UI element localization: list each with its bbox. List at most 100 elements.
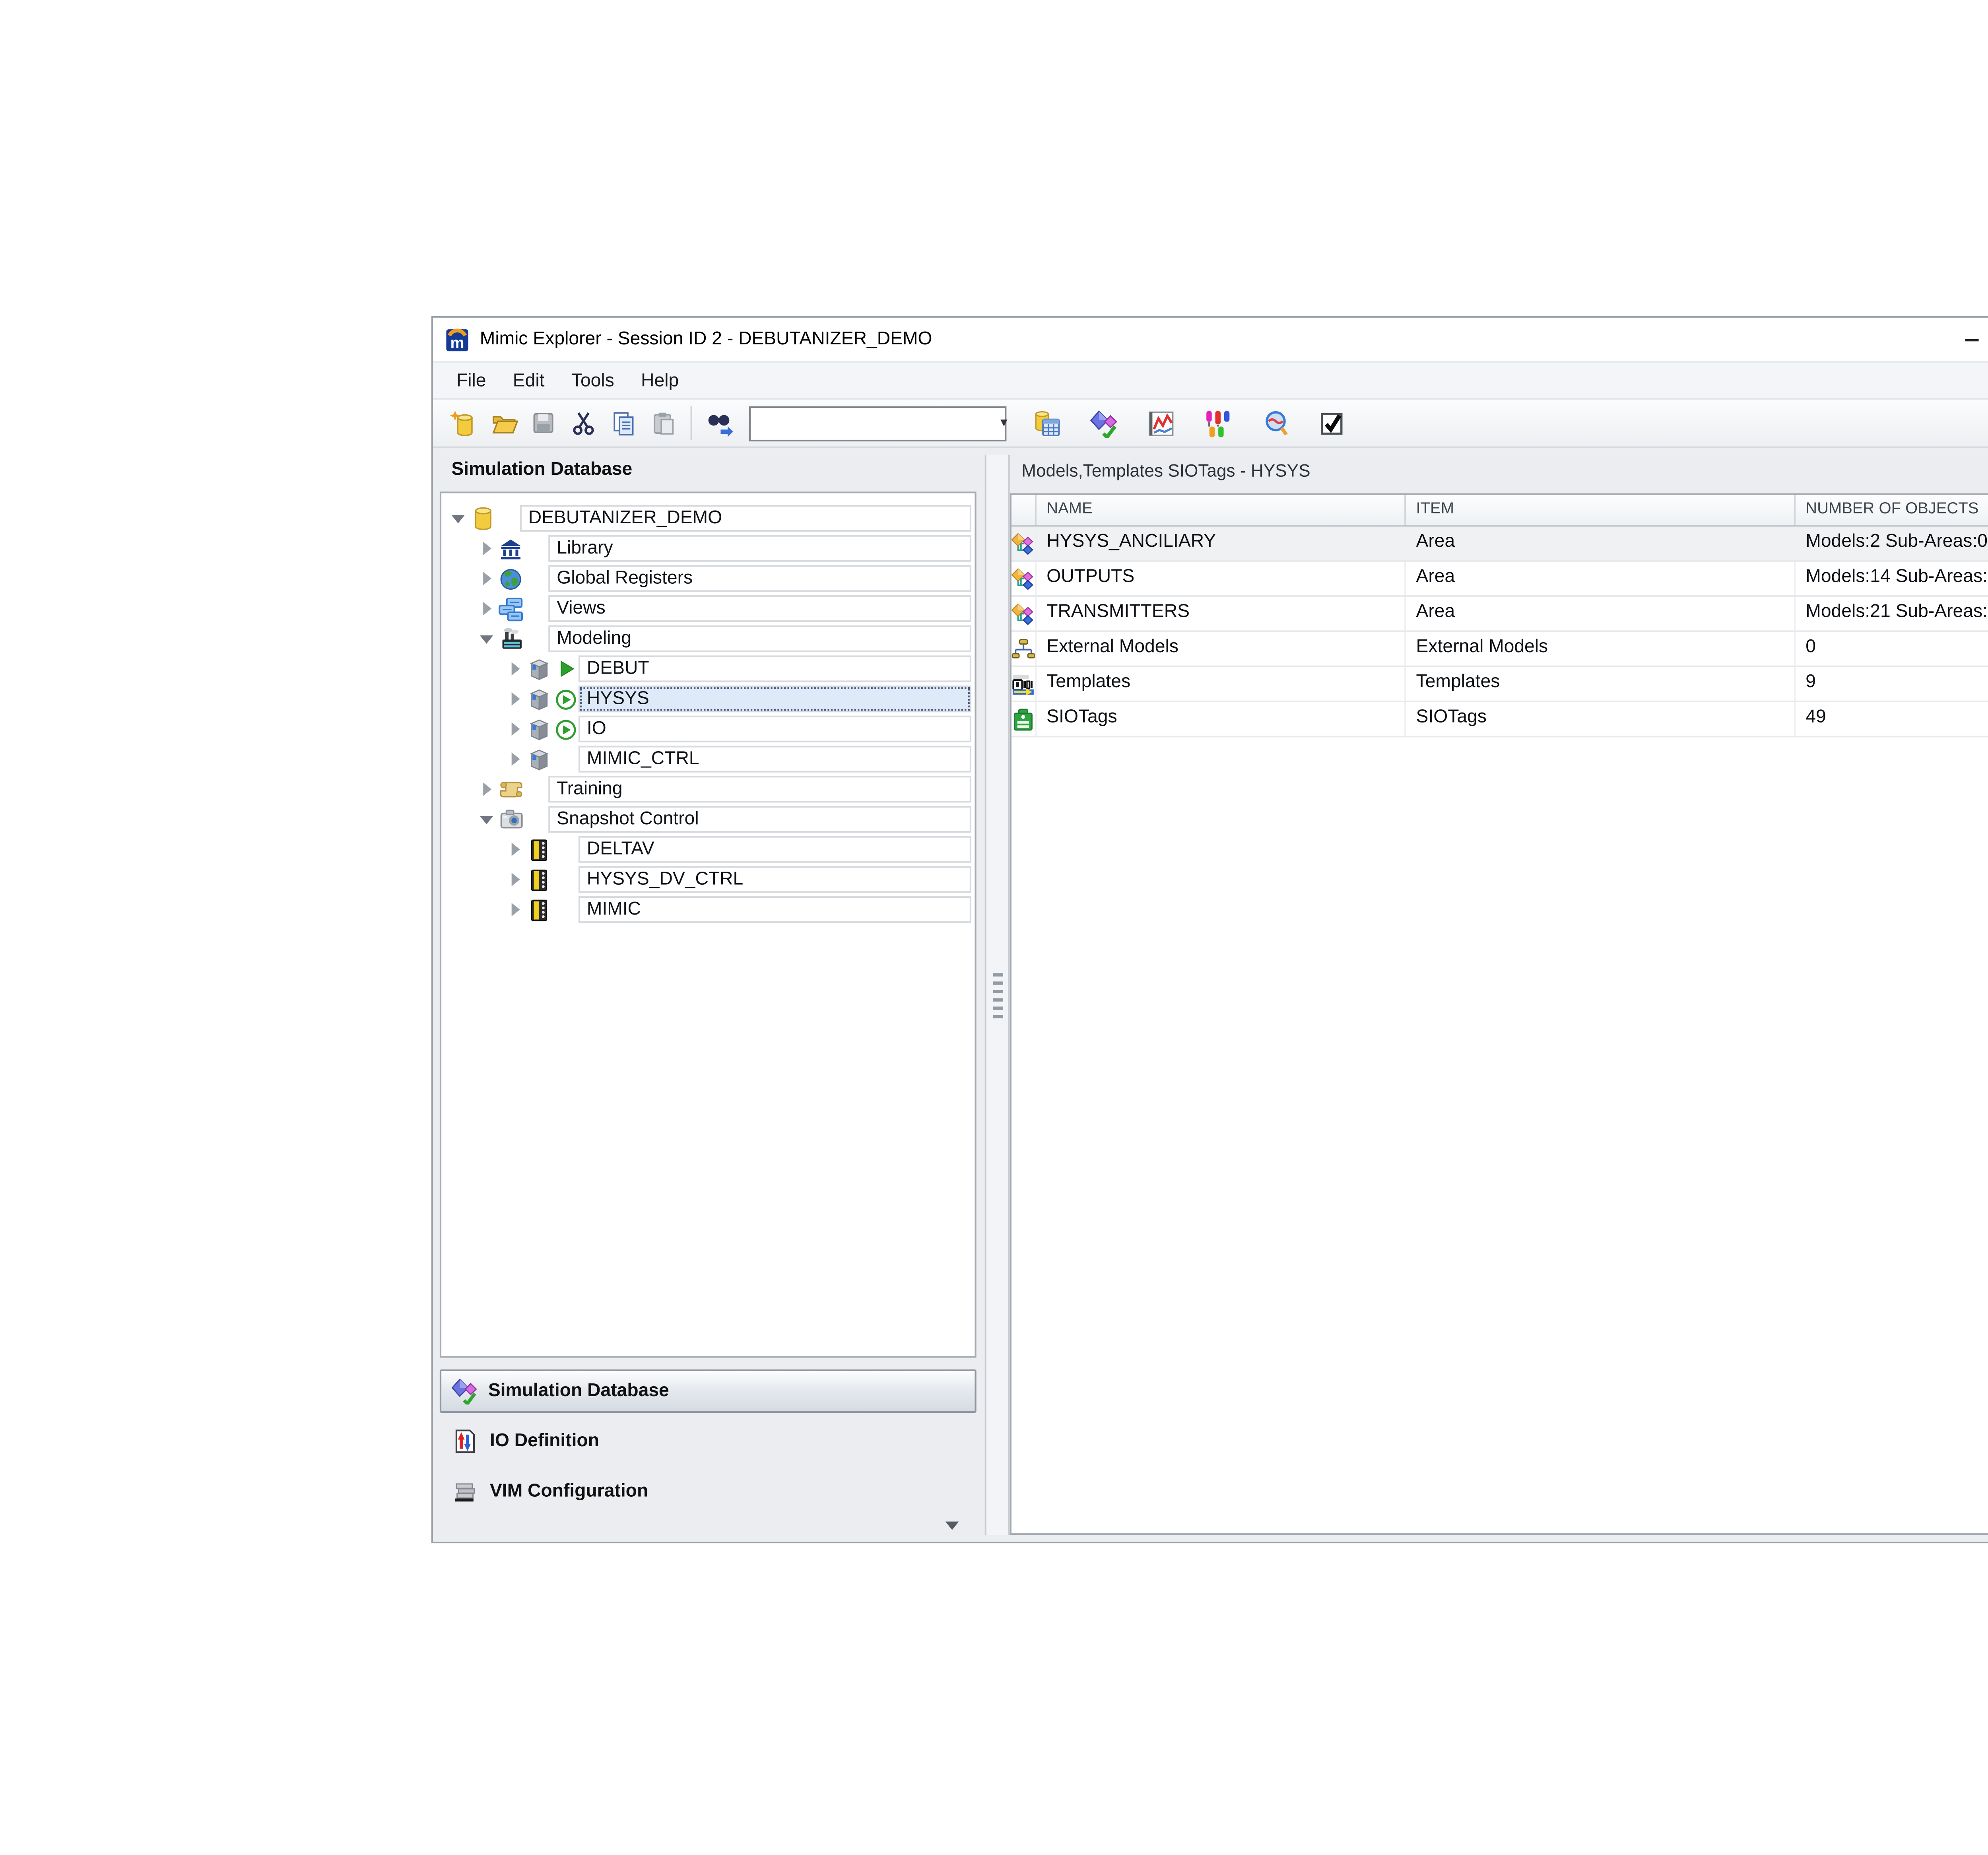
item-column-header[interactable]: ITEM (1406, 495, 1796, 525)
app-window: Mimic Explorer - Session ID 2 - DEBUTANI… (431, 316, 1988, 1543)
tree-item-label[interactable]: Global Registers (548, 565, 971, 592)
objects-column-header[interactable]: NUMBER OF OBJECTS (1796, 495, 1988, 525)
tree-item-library[interactable]: Library (441, 533, 975, 563)
tree-item-training[interactable]: Training (441, 774, 975, 804)
menu-edit[interactable]: Edit (499, 363, 558, 398)
find-input[interactable] (751, 410, 998, 435)
chevron-right-icon[interactable] (505, 723, 525, 736)
chart-button[interactable] (1140, 403, 1180, 443)
tree-item-label[interactable]: Snapshot Control (548, 806, 971, 833)
tree-item-label[interactable]: Training (548, 776, 971, 802)
chevron-down-icon[interactable] (476, 815, 496, 824)
tree-item-label[interactable]: HYSYS (579, 686, 971, 712)
right-panel: Models,Templates SIOTags - HYSYS NAME IT… (1010, 448, 1988, 1542)
film-icon (525, 866, 553, 893)
database-table-button[interactable] (1027, 403, 1067, 443)
external-models-icon (1011, 636, 1035, 661)
menu-file[interactable]: File (443, 363, 499, 398)
table-row[interactable]: TRANSMITTERS Area Models:21 Sub-Areas:0 (1011, 597, 1988, 632)
nav-collapse-button[interactable] (440, 1513, 977, 1538)
menu-tools[interactable]: Tools (558, 363, 627, 398)
tree-item-snapshot-control[interactable]: Snapshot Control (441, 804, 975, 835)
find-button[interactable] (699, 403, 739, 443)
tree-item-global-registers[interactable]: Global Registers (441, 563, 975, 594)
chevron-down-icon[interactable] (448, 514, 468, 523)
tree-item-label[interactable]: IO (579, 716, 971, 742)
chevron-right-icon[interactable] (476, 542, 496, 555)
cell-objects: 9 (1796, 667, 1988, 701)
cell-objects: Models:21 Sub-Areas:0 (1796, 597, 1988, 630)
cut-button[interactable] (563, 403, 604, 443)
chevron-right-icon[interactable] (505, 692, 525, 706)
left-panel-title: Simulation Database (440, 455, 985, 492)
binoculars-icon (705, 409, 733, 437)
tree-item-label[interactable]: DEBUT (579, 655, 971, 682)
name-column-header[interactable]: NAME (1037, 495, 1406, 525)
tree-item-label[interactable]: MIMIC (579, 896, 971, 923)
tree-item-label[interactable]: HYSYS_DV_CTRL (579, 866, 971, 893)
tree-item-label[interactable]: DELTAV (579, 836, 971, 862)
tree-item-debutanizer-demo[interactable]: DEBUTANIZER_DEMO (441, 503, 975, 534)
new-database-button[interactable] (443, 403, 483, 443)
menu-help[interactable]: Help (627, 363, 692, 398)
tree-item-label[interactable]: Views (548, 595, 971, 622)
chevron-right-icon[interactable] (505, 903, 525, 917)
tree-item-io[interactable]: IO (441, 714, 975, 744)
copy-button[interactable] (604, 403, 644, 443)
nav-io-definition[interactable]: IO Definition (440, 1418, 977, 1463)
icon-column-header[interactable] (1011, 495, 1037, 525)
tree-item-label[interactable]: Modeling (548, 625, 971, 652)
save-button[interactable] (523, 403, 563, 443)
tree-item-mimic[interactable]: MIMIC (441, 895, 975, 925)
checkbox-tool-button[interactable] (1311, 403, 1351, 443)
table-row[interactable]: SIOTags SIOTags 49 (1011, 702, 1988, 737)
chevron-right-icon[interactable] (476, 602, 496, 616)
chevron-right-icon[interactable] (476, 572, 496, 585)
simulation-database-button[interactable] (1083, 403, 1124, 443)
trend-tags-button[interactable] (1197, 403, 1237, 443)
cell-objects: 0 (1796, 632, 1988, 665)
tree-item-label[interactable]: DEBUTANIZER_DEMO (520, 505, 971, 532)
tree-item-views[interactable]: Views (441, 594, 975, 624)
tree-item-label[interactable]: Library (548, 535, 971, 562)
nav-vim-configuration[interactable]: VIM Configuration (440, 1468, 977, 1513)
play-circle-icon (553, 716, 579, 742)
table-row[interactable]: Templates Templates 9 (1011, 667, 1988, 702)
nav-simulation-database[interactable]: Simulation Database (440, 1369, 977, 1413)
find-combobox[interactable]: ▼ (749, 406, 1007, 441)
chevron-down-icon[interactable] (476, 635, 496, 643)
table-row[interactable]: HYSYS_ANCILIARY Area Models:2 Sub-Areas:… (1011, 527, 1988, 562)
tree-item-hysys-dv-ctrl[interactable]: HYSYS_DV_CTRL (441, 864, 975, 895)
chart-icon (1146, 409, 1174, 437)
cell-item: Area (1406, 597, 1796, 630)
chevron-right-icon[interactable] (505, 873, 525, 886)
tree-item-label[interactable]: MIMIC_CTRL (579, 746, 971, 772)
cell-item: Area (1406, 527, 1796, 560)
chevron-right-icon[interactable] (505, 843, 525, 856)
search-scan-button[interactable] (1254, 403, 1294, 443)
paste-icon (650, 410, 677, 436)
paste-button[interactable] (644, 403, 684, 443)
tree-item-debut[interactable]: DEBUT (441, 654, 975, 684)
minimize-button[interactable] (1961, 328, 1984, 351)
tree-item-modeling[interactable]: Modeling (441, 624, 975, 654)
chevron-right-icon[interactable] (505, 752, 525, 766)
cell-item: Templates (1406, 667, 1796, 701)
cell-item: Area (1406, 562, 1796, 595)
diamonds-icon (451, 1378, 478, 1404)
menu-bar: File Edit Tools Help (433, 361, 1988, 398)
table-row[interactable]: External Models External Models 0 (1011, 632, 1988, 667)
tree-item-deltav[interactable]: DELTAV (441, 834, 975, 864)
tree-item-mimic-ctrl[interactable]: MIMIC_CTRL (441, 744, 975, 774)
chevron-right-icon[interactable] (505, 662, 525, 676)
title-bar[interactable]: Mimic Explorer - Session ID 2 - DEBUTANI… (433, 318, 1988, 361)
panel-splitter[interactable] (985, 455, 1010, 1535)
open-folder-icon (489, 409, 517, 437)
open-button[interactable] (483, 403, 523, 443)
nav-label: IO Definition (490, 1430, 599, 1450)
chevron-right-icon[interactable] (476, 783, 496, 796)
simulation-tree[interactable]: DEBUTANIZER_DEMO Library Global Register… (440, 491, 977, 1358)
tree-item-hysys[interactable]: HYSYS (441, 684, 975, 714)
table-row[interactable]: OUTPUTS Area Models:14 Sub-Areas:0 (1011, 562, 1988, 597)
chevron-down-icon[interactable]: ▼ (998, 417, 1010, 429)
